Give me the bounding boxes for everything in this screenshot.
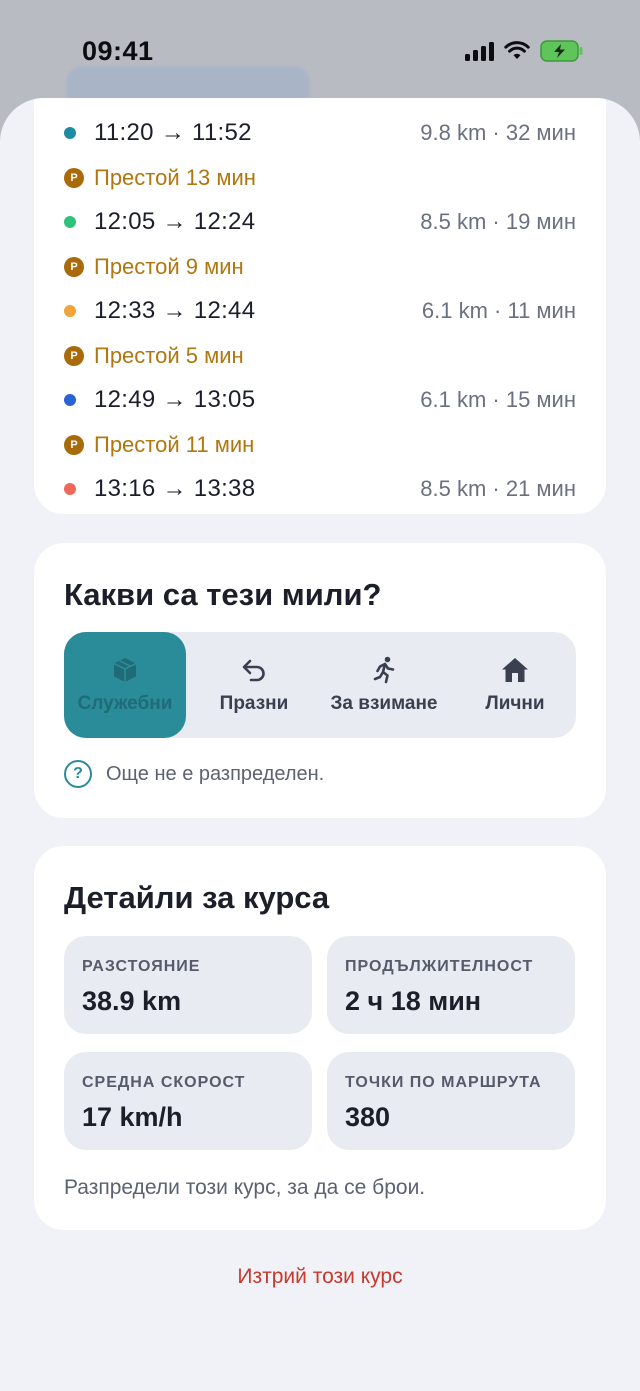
parking-icon: P	[64, 346, 84, 366]
segment-time: 13:16 → 13:38	[94, 475, 256, 502]
running-person-icon	[373, 656, 395, 684]
segment-time: 12:33 → 12:44	[94, 297, 256, 324]
stat-value: 38.9 km	[82, 986, 182, 1016]
segment-time: 12:05 → 12:24	[94, 208, 256, 235]
segment-row: 11:20 → 11:52 9.8 km · 32 мин	[64, 113, 576, 153]
hint-text: Още не е разпределен.	[106, 762, 325, 785]
question-mark-icon: ?	[64, 760, 92, 788]
status-time: 09:41	[82, 36, 154, 66]
battery-charging-icon	[540, 40, 583, 62]
segment-dot-icon	[64, 483, 76, 495]
mileage-type-title: Какви са тези мили?	[64, 577, 382, 612]
option-pickup[interactable]: За взимане	[318, 632, 450, 738]
segment-row: 12:05 → 12:24 8.5 km · 19 мин	[64, 202, 576, 242]
status-bar: 09:41	[0, 0, 640, 100]
segment-row: 12:33 → 12:44 6.1 km · 11 мин	[64, 291, 576, 331]
segment-time: 11:20 → 11:52	[94, 119, 252, 146]
undo-arrow-icon	[242, 659, 265, 682]
delete-trip-button[interactable]: Изтрий този курс	[0, 1265, 640, 1289]
stop-row: P Престой 5 мин	[64, 336, 576, 376]
option-label: За взимане	[330, 693, 438, 714]
segment-row: 12:49 → 13:05 6.1 km · 15 мин	[64, 380, 576, 420]
option-label: Лични	[485, 693, 545, 714]
stat-label: РАЗСТОЯНИЕ	[82, 958, 201, 975]
segment-meta: 8.5 km · 21 мин	[420, 476, 576, 501]
cellular-signal-icon	[465, 41, 494, 61]
segment-time: 12:49 → 13:05	[94, 386, 256, 413]
stat-route-points: ТОЧКИ ПО МАРШРУТА 380	[327, 1052, 575, 1150]
segment-meta: 9.8 km · 32 мин	[420, 120, 576, 145]
segment-meta: 6.1 km · 15 мин	[420, 387, 576, 412]
classification-hint: ? Още не е разпределен.	[64, 760, 324, 788]
stop-label: Престой 13 мин	[94, 165, 256, 190]
parking-icon: P	[64, 257, 84, 277]
segment-dot-icon	[64, 127, 76, 139]
home-icon	[502, 658, 528, 682]
stat-duration: ПРОДЪЛЖИТЕЛНОСТ 2 ч 18 мин	[327, 936, 575, 1034]
segment-row: 13:16 → 13:38 8.5 km · 21 мин	[64, 469, 576, 509]
mileage-type-selector: Служебни Празни За взимане Лични	[64, 632, 576, 738]
trip-segments-card: 11:20 → 11:52 9.8 km · 32 мин P Престой …	[34, 98, 606, 514]
stop-label: Престой 5 мин	[94, 343, 244, 368]
option-label: Служебни	[77, 693, 173, 714]
details-note: Разпредели този курс, за да се брои.	[64, 1176, 426, 1199]
stat-label: ТОЧКИ ПО МАРШРУТА	[345, 1074, 542, 1091]
segment-meta: 6.1 km · 11 мин	[421, 298, 576, 323]
stop-row: P Престой 13 мин	[64, 158, 576, 198]
wifi-icon	[504, 41, 530, 59]
stat-label: ПРОДЪЛЖИТЕЛНОСТ	[345, 958, 534, 975]
option-label: Празни	[219, 693, 289, 714]
segment-dot-icon	[64, 216, 76, 228]
mileage-type-card: Какви са тези мили? Служебни Празни За в…	[34, 543, 606, 818]
stat-value: 2 ч 18 мин	[345, 986, 482, 1016]
trip-details-card: Детайли за курса РАЗСТОЯНИЕ 38.9 km ПРОД…	[34, 846, 606, 1230]
parking-icon: P	[64, 168, 84, 188]
option-empty[interactable]: Празни	[192, 632, 316, 738]
trip-details-sheet[interactable]: 11:20 → 11:52 9.8 km · 32 мин P Престой …	[0, 98, 640, 1391]
stop-row: P Престой 11 мин	[64, 425, 576, 465]
stop-label: Престой 11 мин	[94, 432, 255, 457]
option-personal[interactable]: Лични	[456, 632, 574, 738]
stop-label: Престой 9 мин	[94, 254, 244, 279]
parking-icon: P	[64, 435, 84, 455]
box-icon	[113, 658, 137, 682]
stat-label: СРЕДНА СКОРОСТ	[82, 1074, 246, 1091]
stat-distance: РАЗСТОЯНИЕ 38.9 km	[64, 936, 312, 1034]
stop-row: P Престой 9 мин	[64, 247, 576, 287]
stat-value: 17 km/h	[82, 1102, 183, 1132]
segment-dot-icon	[64, 305, 76, 317]
stat-value: 380	[345, 1102, 391, 1132]
segment-meta: 8.5 km · 19 мин	[420, 209, 576, 234]
option-business[interactable]: Служебни	[64, 632, 186, 738]
segment-dot-icon	[64, 394, 76, 406]
status-icons	[465, 40, 584, 62]
stat-average-speed: СРЕДНА СКОРОСТ 17 km/h	[64, 1052, 312, 1150]
trip-details-title: Детайли за курса	[64, 880, 330, 915]
